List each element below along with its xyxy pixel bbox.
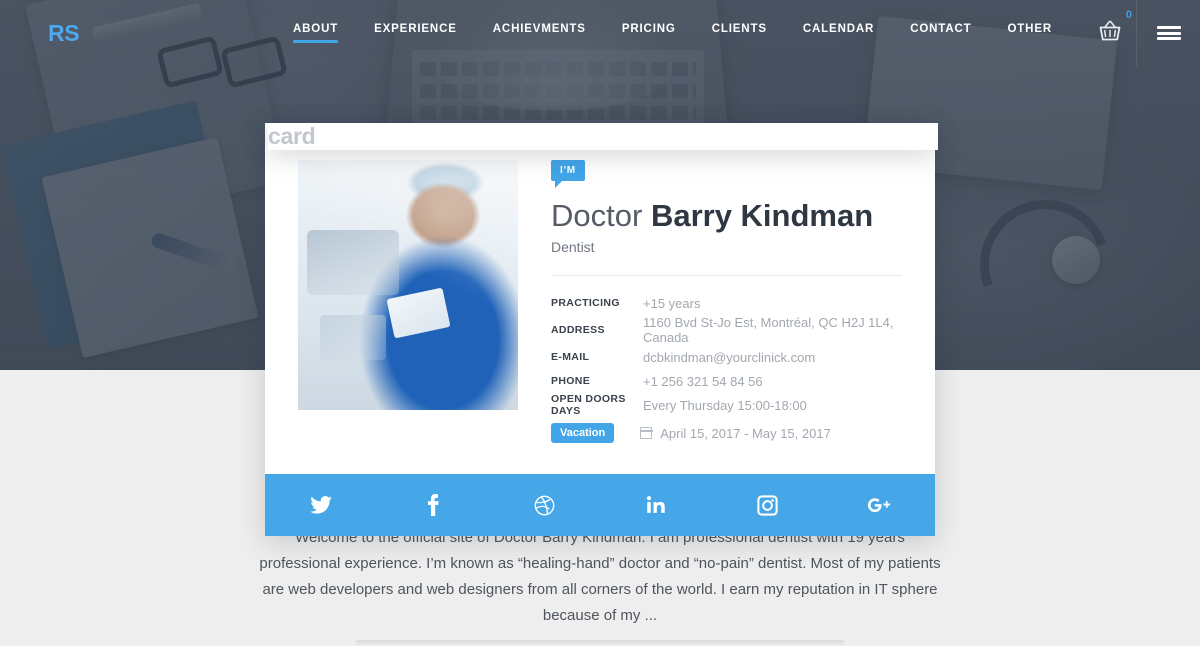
nav-item-pricing[interactable]: PRICING	[622, 23, 676, 43]
nav-item-clients[interactable]: CLIENTS	[712, 23, 767, 43]
facebook-icon	[427, 494, 439, 517]
welcome-paragraph: Welcome to the official site of Doctor B…	[259, 529, 941, 624]
profile-card-body: I'M Doctor Barry Kindman Dentist PRACTIC…	[265, 123, 935, 444]
top-navigation-bar: RS card ABOUT EXPERIENCE ACHIEVMENTS PRIC…	[0, 0, 1200, 150]
detail-row-phone: PHONE +1 256 321 54 84 56	[551, 369, 902, 393]
nav-item-other[interactable]: OTHER	[1008, 23, 1053, 43]
nav-item-calendar[interactable]: CALENDAR	[803, 23, 874, 43]
detail-value: 1160 Bvd St-Jo Est, Montréal, QC H2J 1L4…	[643, 315, 894, 346]
vacation-badge: Vacation	[551, 423, 615, 444]
dribbble-icon	[534, 495, 555, 515]
hamburger-icon	[1156, 24, 1181, 43]
detail-row-address: ADDRESS 1160 Bvd St-Jo Est, Montréal, QC…	[551, 315, 902, 345]
detail-value[interactable]: +1 256 321 54 84 56	[643, 374, 763, 389]
detail-row-vacation: Vacation April 15, 2017 - May 15, 2017	[551, 423, 902, 444]
calendar-icon	[639, 427, 653, 440]
cart-button[interactable]: 0	[1084, 9, 1136, 47]
main-menu: ABOUT EXPERIENCE ACHIEVMENTS PRICING CLI…	[275, 0, 1200, 66]
twitter-icon	[310, 496, 332, 514]
profile-card: I'M Doctor Barry Kindman Dentist PRACTIC…	[265, 123, 935, 537]
logo-primary-text: RS	[48, 19, 80, 46]
social-link-facebook[interactable]	[406, 474, 460, 536]
social-links-bar	[265, 474, 935, 537]
nav-tools: 0	[1084, 0, 1200, 66]
nav-item-experience[interactable]: EXPERIENCE	[374, 23, 457, 43]
detail-label: E-MAIL	[551, 351, 590, 364]
profile-name: Doctor Barry Kindman	[551, 198, 902, 233]
detail-label: ADDRESS	[551, 324, 605, 337]
detail-row-open-doors-days: OPEN DOORS DAYS Every Thursday 15:00-18:…	[551, 393, 902, 417]
profile-role: Dentist	[551, 239, 595, 256]
social-link-twitter[interactable]	[294, 474, 348, 536]
google-plus-icon	[868, 498, 891, 513]
nav-item-about[interactable]: ABOUT	[292, 23, 339, 43]
logo-secondary-text: card	[268, 123, 938, 150]
detail-row-email: E-MAIL dcbkindman@yourclinick.com	[551, 345, 902, 369]
detail-value[interactable]: dcbkindman@yourclinick.com	[643, 350, 815, 365]
detail-value: Every Thursday 15:00-18:00	[643, 397, 807, 413]
detail-label: PRACTICING	[551, 297, 620, 310]
social-link-instagram[interactable]	[741, 474, 795, 536]
photo-collar-detail	[386, 286, 452, 339]
im-badge: I'M	[551, 160, 585, 188]
profile-name-title: Doctor	[551, 198, 643, 233]
profile-details-list: PRACTICING +15 years ADDRESS 1160 Bvd St…	[551, 291, 902, 444]
below-fold-section-shadow	[355, 640, 845, 646]
page-root: RS card ABOUT EXPERIENCE ACHIEVMENTS PRIC…	[0, 0, 1200, 646]
vacation-dates-wrap: April 15, 2017 - May 15, 2017	[639, 425, 831, 441]
profile-divider	[551, 275, 902, 277]
social-link-google-plus[interactable]	[852, 474, 906, 536]
detail-label: PHONE	[551, 375, 591, 388]
detail-row-practicing: PRACTICING +15 years	[551, 291, 902, 315]
profile-info: I'M Doctor Barry Kindman Dentist PRACTIC…	[518, 160, 935, 444]
basket-icon	[1099, 20, 1121, 40]
social-link-linkedin[interactable]	[629, 474, 683, 536]
site-logo[interactable]: RS card	[48, 19, 938, 150]
detail-label: OPEN DOORS DAYS	[551, 393, 626, 418]
hamburger-menu-button[interactable]	[1136, 0, 1200, 66]
nav-item-contact[interactable]: CONTACT	[910, 23, 971, 43]
profile-name-full: Barry Kindman	[650, 198, 874, 233]
detail-value: +15 years	[643, 295, 701, 311]
linkedin-icon	[646, 496, 665, 514]
instagram-icon	[757, 494, 778, 516]
cart-count-badge: 0	[1125, 8, 1132, 21]
social-link-dribbble[interactable]	[517, 474, 571, 536]
doctor-photo	[298, 160, 518, 410]
nav-item-achievments[interactable]: ACHIEVMENTS	[493, 23, 586, 43]
vacation-dates: April 15, 2017 - May 15, 2017	[660, 425, 831, 441]
